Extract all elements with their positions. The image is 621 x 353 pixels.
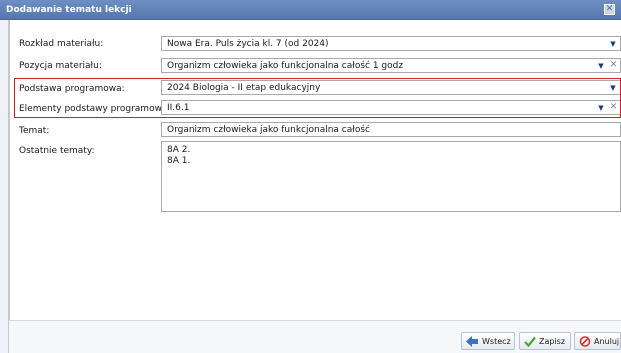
window-titlebar: Dodawanie tematu lekcji ✕ xyxy=(0,0,621,20)
checkmark-icon xyxy=(524,336,536,347)
chevron-down-icon[interactable]: ▼ xyxy=(609,40,617,48)
temat-input[interactable]: Organizm człowieka jako funkcjonalna cał… xyxy=(161,122,621,137)
rozklad-value: Nowa Era. Puls życia kl. 7 (od 2024) xyxy=(167,39,329,49)
cancel-button[interactable]: Anuluj xyxy=(574,332,621,350)
temat-value: Organizm człowieka jako funkcjonalna cał… xyxy=(167,125,370,135)
rozklad-select[interactable]: Nowa Era. Puls życia kl. 7 (od 2024) ▼ xyxy=(161,36,621,51)
elementy-select[interactable]: II.6.1 ▼ ✕ xyxy=(161,100,621,115)
elementy-value: II.6.1 xyxy=(167,103,190,113)
save-button[interactable]: Zapisz xyxy=(519,332,571,350)
elementy-label: Elementy podstawy programowej: xyxy=(19,104,174,114)
rozklad-label: Rozkład materiału: xyxy=(19,39,104,49)
temat-label: Temat: xyxy=(19,126,50,136)
close-icon[interactable]: ✕ xyxy=(604,4,615,15)
dialog-footer: Wstecz Zapisz Anuluj xyxy=(9,320,621,353)
back-button[interactable]: Wstecz xyxy=(461,332,515,350)
cancel-button-label: Anuluj xyxy=(594,337,620,346)
back-button-label: Wstecz xyxy=(482,337,511,346)
window-title: Dodawanie tematu lekcji xyxy=(6,5,132,15)
podstawa-label: Podstawa programowa: xyxy=(19,84,125,94)
podstawa-select[interactable]: 2024 Biologia - II etap edukacyjny ▼ xyxy=(161,80,621,95)
left-panel-edge xyxy=(0,20,9,353)
chevron-down-icon[interactable]: ▼ xyxy=(597,104,605,112)
clear-icon[interactable]: ✕ xyxy=(609,103,618,112)
chevron-down-icon[interactable]: ▼ xyxy=(609,84,617,92)
ostatnie-tematy-list[interactable]: 8A 2. 8A 1. xyxy=(161,141,621,212)
pozycja-value: Organizm człowieka jako funkcjonalna cał… xyxy=(167,61,404,71)
recent-topic-item: 8A 2. xyxy=(167,145,191,155)
recent-topic-item: 8A 1. xyxy=(167,156,191,166)
ostatnie-label: Ostatnie tematy: xyxy=(19,146,95,156)
save-button-label: Zapisz xyxy=(539,337,566,346)
arrow-left-icon xyxy=(466,336,478,347)
chevron-down-icon[interactable]: ▼ xyxy=(597,62,605,70)
pozycja-label: Pozycja materiału: xyxy=(19,61,102,71)
podstawa-value: 2024 Biologia - II etap edukacyjny xyxy=(167,83,321,93)
pozycja-select[interactable]: Organizm człowieka jako funkcjonalna cał… xyxy=(161,58,621,73)
cancel-icon xyxy=(579,336,591,347)
clear-icon[interactable]: ✕ xyxy=(609,61,618,70)
